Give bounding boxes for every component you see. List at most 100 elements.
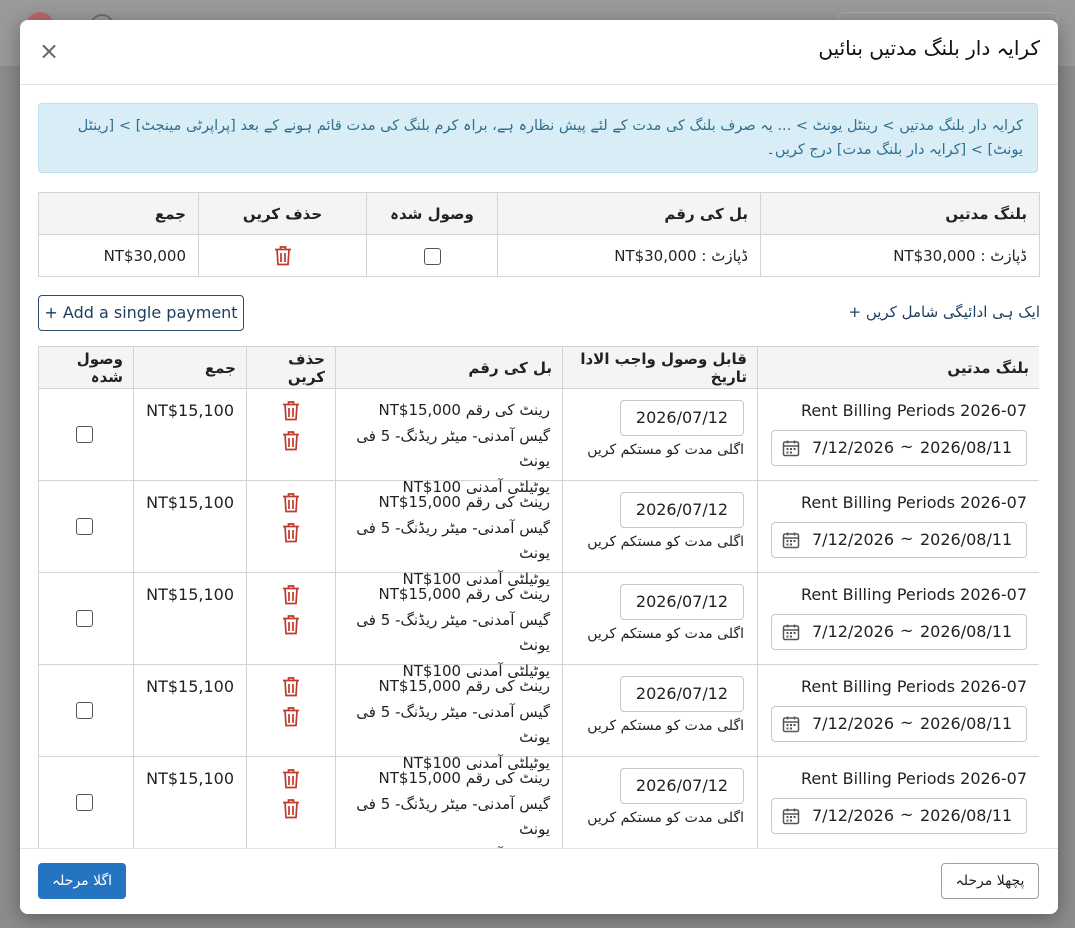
trash-icon[interactable] (282, 614, 300, 635)
due-date-input[interactable]: 2026/07/12 (620, 676, 744, 712)
fix-next-period-link[interactable]: اگلی مدت کو مستکم کریں (587, 534, 744, 550)
total-cell: NT$15,100 (133, 572, 247, 665)
start-date: 7/12/2026 (812, 622, 895, 641)
gas-income-line: گیس آمدنی- میٹر ریڈنگ- 5 فی یونٹ (356, 702, 550, 747)
due-date-input[interactable]: 2026/07/12 (620, 584, 744, 620)
start-date: 7/12/2026 (812, 714, 895, 733)
calendar-icon (782, 716, 800, 733)
end-date: 2026/08/11 (920, 622, 1013, 641)
next-step-button[interactable]: اگلا مرحلہ (38, 863, 126, 899)
dialog-footer: اگلا مرحلہ پچھلا مرحلہ (20, 848, 1058, 914)
rent-amount-line: رینٹ کی رقم NT$15,000 (378, 401, 550, 419)
fix-next-period-link[interactable]: اگلی مدت کو مستکم کریں (587, 810, 744, 826)
trash-icon[interactable] (282, 706, 300, 727)
rent-amount-line: رینٹ کی رقم NT$15,000 (378, 585, 550, 603)
summary-header-row: بلنگ مدتیں بل کی رقم وصول شدہ حذف کریں ج… (38, 192, 1040, 235)
rent-amount-line: رینٹ کی رقم NT$15,000 (378, 493, 550, 511)
close-icon[interactable]: × (36, 38, 62, 64)
end-date: 2026/08/11 (920, 530, 1013, 549)
add-single-payment-link[interactable]: ایک ہی ادائیگی شامل کریں + (848, 303, 1040, 321)
date-range-picker[interactable]: 7/12/2026 ~ 2026/08/11 (771, 430, 1027, 466)
trash-icon[interactable] (282, 584, 300, 605)
info-notice-text: کرایہ دار بلنگ مدتیں > رینٹل یونٹ > ... … (77, 118, 1023, 158)
trash-icon[interactable] (282, 522, 300, 543)
calendar-icon (782, 624, 800, 641)
summary-delete-cell (198, 234, 367, 277)
trash-icon[interactable] (282, 768, 300, 789)
trash-icon[interactable] (282, 492, 300, 513)
delete-cell (246, 388, 336, 481)
billing-period-row: 2026-07 Rent Billing Periods 7/12/2026 ~… (38, 664, 1039, 772)
received-checkbox[interactable] (76, 794, 93, 811)
previous-step-button[interactable]: پچھلا مرحلہ (941, 863, 1039, 899)
period-cell: 2026-07 Rent Billing Periods 7/12/2026 ~… (757, 664, 1039, 757)
gas-income-line: گیس آمدنی- میٹر ریڈنگ- 5 فی یونٹ (356, 518, 550, 563)
start-date: 7/12/2026 (812, 438, 895, 457)
received-cell (38, 756, 134, 848)
end-date: 2026/08/11 (920, 806, 1013, 825)
date-range-picker[interactable]: 7/12/2026 ~ 2026/08/11 (771, 522, 1027, 558)
range-separator: ~ (900, 529, 914, 548)
end-date: 2026/08/11 (920, 438, 1013, 457)
summary-total: NT$30,000 (38, 234, 199, 277)
range-separator: ~ (900, 621, 914, 640)
received-checkbox[interactable] (76, 610, 93, 627)
gas-income-line: گیس آمدنی- میٹر ریڈنگ- 5 فی یونٹ (356, 610, 550, 655)
billing-period-row: 2026-07 Rent Billing Periods 7/12/2026 ~… (38, 756, 1039, 848)
trash-icon[interactable] (282, 676, 300, 697)
delete-cell (246, 572, 336, 665)
range-separator: ~ (900, 437, 914, 456)
date-range-picker[interactable]: 7/12/2026 ~ 2026/08/11 (771, 706, 1027, 742)
start-date: 7/12/2026 (812, 530, 895, 549)
start-date: 7/12/2026 (812, 806, 895, 825)
dialog-header: × کرایہ دار بلنگ مدتیں بنائیں (20, 20, 1058, 85)
period-title: 2026-07 Rent Billing Periods (800, 493, 1027, 512)
due-date-input[interactable]: 2026/07/12 (620, 768, 744, 804)
period-title: 2026-07 Rent Billing Periods (800, 401, 1027, 420)
dialog-title: کرایہ دار بلنگ مدتیں بنائیں (818, 36, 1040, 60)
billing-period-row: 2026-07 Rent Billing Periods 7/12/2026 ~… (38, 480, 1039, 588)
bill-amount-cell: رینٹ کی رقم NT$15,000 گیس آمدنی- میٹر ری… (335, 572, 563, 680)
create-billing-periods-dialog: × کرایہ دار بلنگ مدتیں بنائیں کرایہ دار … (20, 20, 1058, 914)
delete-cell (246, 664, 336, 757)
period-title: 2026-07 Rent Billing Periods (800, 585, 1027, 604)
due-date-cell: 2026/07/12 اگلی مدت کو مستکم کریں (562, 388, 758, 481)
summary-header-delete: حذف کریں (198, 192, 367, 235)
header-total: جمع (133, 346, 247, 389)
received-cell (38, 664, 134, 757)
periods-scroll-area[interactable]: بلنگ مدتیں قابل وصول واجب الادا تاریخ بل… (38, 346, 1039, 848)
summary-period: ڈپازٹ : NT$30,000 (760, 234, 1040, 277)
summary-row: ڈپازٹ : NT$30,000 ڈپازٹ : NT$30,000 NT$3… (38, 234, 1040, 277)
bill-amount-cell: رینٹ کی رقم NT$15,000 گیس آمدنی- میٹر ری… (335, 756, 563, 848)
period-cell: 2026-07 Rent Billing Periods 7/12/2026 ~… (757, 480, 1039, 573)
summary-received-checkbox[interactable] (423, 247, 441, 265)
rent-amount-line: رینٹ کی رقم NT$15,000 (378, 677, 550, 695)
trash-icon[interactable] (274, 245, 292, 266)
delete-cell (246, 480, 336, 573)
row-total: NT$15,100 (146, 769, 234, 788)
row-total: NT$15,100 (146, 401, 234, 420)
period-cell: 2026-07 Rent Billing Periods 7/12/2026 ~… (757, 572, 1039, 665)
fix-next-period-link[interactable]: اگلی مدت کو مستکم کریں (587, 626, 744, 642)
date-range-picker[interactable]: 7/12/2026 ~ 2026/08/11 (771, 798, 1027, 834)
calendar-icon (782, 440, 800, 457)
received-checkbox[interactable] (76, 702, 93, 719)
fix-next-period-link[interactable]: اگلی مدت کو مستکم کریں (587, 442, 744, 458)
add-single-payment-button[interactable]: + Add a single payment (38, 295, 244, 331)
header-bill-amount: بل کی رقم (335, 346, 563, 389)
header-delete: حذف کریں (246, 346, 336, 389)
summary-received-cell (366, 234, 498, 277)
due-date-input[interactable]: 2026/07/12 (620, 492, 744, 528)
due-date-cell: 2026/07/12 اگلی مدت کو مستکم کریں (562, 664, 758, 757)
bill-amount-cell: رینٹ کی رقم NT$15,000 گیس آمدنی- میٹر ری… (335, 664, 563, 772)
trash-icon[interactable] (282, 430, 300, 451)
due-date-input[interactable]: 2026/07/12 (620, 400, 744, 436)
received-cell (38, 480, 134, 573)
received-checkbox[interactable] (76, 426, 93, 443)
date-range-picker[interactable]: 7/12/2026 ~ 2026/08/11 (771, 614, 1027, 650)
trash-icon[interactable] (282, 400, 300, 421)
info-notice: کرایہ دار بلنگ مدتیں > رینٹل یونٹ > ... … (38, 103, 1038, 173)
fix-next-period-link[interactable]: اگلی مدت کو مستکم کریں (587, 718, 744, 734)
trash-icon[interactable] (282, 798, 300, 819)
received-checkbox[interactable] (76, 518, 93, 535)
